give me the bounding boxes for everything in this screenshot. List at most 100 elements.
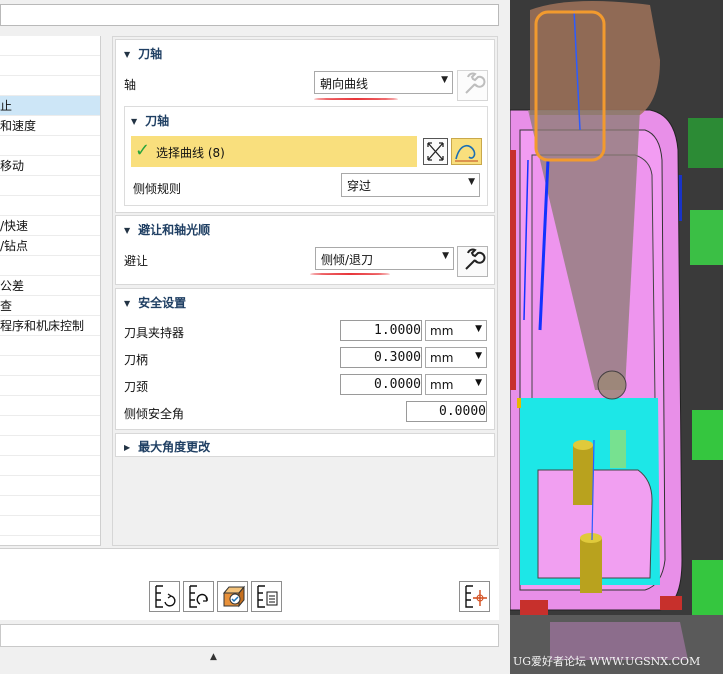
chevron-down-icon: ▼	[475, 378, 482, 388]
list-toolpath-icon	[257, 585, 278, 608]
tree-item[interactable]	[0, 136, 100, 156]
tree-item[interactable]: 程序和机床控制	[0, 316, 100, 336]
expand-triangle-icon: ▼	[131, 117, 138, 126]
avoid-label: 避让	[124, 254, 149, 268]
select-curve-row[interactable]: ✓ 选择曲线 (8)	[131, 136, 417, 167]
name-field[interactable]	[0, 4, 499, 26]
tree-item[interactable]	[0, 56, 100, 76]
chevron-down-icon: ▼	[475, 351, 482, 361]
part-model-view	[510, 0, 723, 674]
status-field	[0, 624, 499, 647]
avoid-edit-button[interactable]	[457, 246, 488, 277]
tree-item[interactable]	[0, 396, 100, 416]
tree-item[interactable]: 查	[0, 296, 100, 316]
tool-axis-group: ▼ 刀轴 轴 朝向曲线 ▼ ▼ 刀轴 ✓ 选择曲线 (8) 侧倾规则 穿过 ▼	[115, 39, 495, 213]
shank-input[interactable]: 0.3000	[340, 347, 422, 368]
expand-triangle-icon: ▼	[124, 50, 131, 59]
inner-tool-axis-header[interactable]: ▼ 刀轴	[131, 112, 169, 129]
avoid-value: 侧倾/退刀	[321, 253, 374, 267]
axis-dropdown[interactable]: 朝向曲线 ▼	[314, 71, 453, 94]
tilt-rule-value: 穿过	[347, 179, 372, 193]
tree-item[interactable]: 止	[0, 96, 100, 116]
tree-item[interactable]: 移动	[0, 156, 100, 176]
check-icon: ✓	[135, 140, 151, 161]
tree-item[interactable]	[0, 256, 100, 276]
axis-value: 朝向曲线	[320, 77, 369, 91]
holder-unit-dropdown[interactable]: mm ▼	[425, 320, 487, 341]
tool-axis-header[interactable]: ▼ 刀轴	[124, 45, 162, 62]
holder-unit: mm	[430, 324, 454, 338]
wrench-icon	[465, 72, 486, 94]
max-angle-title: 最大角度更改	[138, 440, 211, 454]
max-angle-group: ▶ 最大角度更改	[115, 433, 495, 457]
replay-toolpath-icon	[189, 585, 208, 608]
cross-arrows-icon	[427, 142, 444, 161]
chevron-down-icon: ▼	[475, 324, 482, 334]
safety-header[interactable]: ▼ 安全设置	[124, 294, 186, 311]
deselect-button[interactable]	[423, 138, 448, 165]
avoid-underline	[310, 273, 390, 275]
tilt-rule-dropdown[interactable]: 穿过 ▼	[341, 173, 480, 197]
tree-item[interactable]	[0, 436, 100, 456]
replay-button[interactable]	[183, 581, 214, 612]
tree-item[interactable]	[0, 336, 100, 356]
tree-item[interactable]	[0, 176, 100, 196]
collapsed-triangle-icon: ▶	[124, 443, 131, 452]
tilt-safety-label: 侧倾安全角	[124, 407, 185, 421]
tree-item[interactable]	[0, 496, 100, 516]
inner-tool-axis-title: 刀轴	[145, 114, 170, 128]
safety-title: 安全设置	[138, 296, 187, 310]
max-angle-header[interactable]: ▶ 最大角度更改	[124, 438, 210, 455]
avoid-dropdown[interactable]: 侧倾/退刀 ▼	[315, 247, 454, 270]
tree-item[interactable]: 和速度	[0, 116, 100, 136]
tree-item[interactable]	[0, 416, 100, 436]
tree-item[interactable]	[0, 76, 100, 96]
generate-button[interactable]	[149, 581, 180, 612]
shank-unit: mm	[430, 351, 454, 365]
axis-edit-button[interactable]	[457, 70, 488, 101]
neck-unit: mm	[430, 378, 454, 392]
inner-tool-axis-group: ▼ 刀轴 ✓ 选择曲线 (8) 侧倾规则 穿过 ▼	[124, 106, 488, 206]
collapse-arrow-icon[interactable]: ▲	[210, 652, 217, 662]
tilt-rule-label: 侧倾规则	[133, 182, 182, 196]
operation-dialog: 止和速度 移动/快速/钻点 公差查程序和机床控制 ▼ 刀轴 轴 朝向曲线 ▼ ▼ 刀轴 …	[0, 0, 510, 674]
tree-item[interactable]: /钻点	[0, 236, 100, 256]
verify-button[interactable]	[217, 581, 248, 612]
select-curve-label: 选择曲线 (8)	[156, 146, 225, 160]
tree-item[interactable]	[0, 356, 100, 376]
holder-input[interactable]: 1.0000	[340, 320, 422, 341]
tree-item[interactable]	[0, 196, 100, 216]
parameter-tree: 止和速度移动/快速/钻点公差查程序和机床控制	[0, 36, 101, 546]
watermark-text: UG爱好者论坛 WWW.UGSNX.COM	[513, 655, 701, 668]
expand-triangle-icon: ▼	[124, 299, 131, 308]
shank-unit-dropdown[interactable]: mm ▼	[425, 347, 487, 368]
tree-item[interactable]	[0, 36, 100, 56]
tool-axis-display-icon	[465, 585, 487, 608]
tree-item[interactable]: /快速	[0, 216, 100, 236]
axis-underline	[314, 98, 398, 100]
verify-icon	[222, 585, 246, 608]
avoidance-group: ▼ 避让和轴光顺 避让 侧倾/退刀 ▼	[115, 215, 495, 285]
wrench-icon	[465, 248, 486, 270]
tool-axis-title: 刀轴	[138, 47, 163, 61]
graphics-viewport[interactable]	[510, 0, 723, 674]
chevron-down-icon: ▼	[468, 177, 475, 187]
tree-item[interactable]	[0, 376, 100, 396]
list-button[interactable]	[251, 581, 282, 612]
neck-unit-dropdown[interactable]: mm ▼	[425, 374, 487, 395]
shank-label: 刀柄	[124, 353, 149, 367]
tree-item[interactable]	[0, 456, 100, 476]
neck-input[interactable]: 0.0000	[340, 374, 422, 395]
tree-item[interactable]	[0, 476, 100, 496]
tool-display-button[interactable]	[459, 581, 490, 612]
tree-item[interactable]	[0, 516, 100, 536]
action-bar	[0, 548, 499, 620]
safety-group: ▼ 安全设置 刀具夹持器 1.0000 mm ▼ 刀柄 0.3000 mm ▼ 刀…	[115, 288, 495, 430]
expand-triangle-icon: ▼	[124, 226, 131, 235]
avoidance-title: 避让和轴光顺	[138, 223, 211, 237]
tree-item[interactable]: 公差	[0, 276, 100, 296]
avoidance-header[interactable]: ▼ 避让和轴光顺	[124, 221, 210, 238]
select-curve-button[interactable]	[451, 138, 482, 165]
tilt-safety-input[interactable]: 0.0000	[406, 401, 487, 422]
chevron-down-icon: ▼	[441, 75, 448, 85]
